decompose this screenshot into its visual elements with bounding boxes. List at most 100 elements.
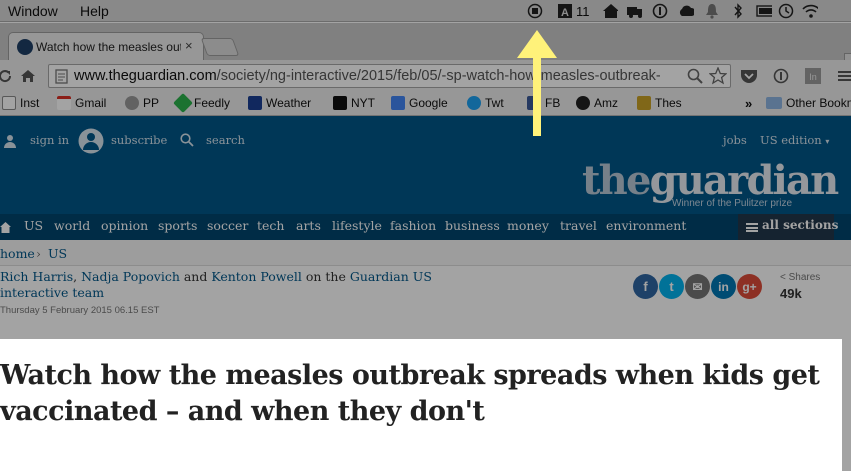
search-icon[interactable]: [180, 133, 194, 152]
other-bookmarks-folder[interactable]: Other Bookmarks: [766, 96, 851, 110]
tab-close-icon[interactable]: ×: [185, 38, 193, 53]
logo-guardian: guardian: [649, 157, 840, 204]
nav-business[interactable]: business: [445, 218, 500, 233]
menu-window[interactable]: Window: [8, 3, 58, 19]
browser-tab[interactable]: Watch how the measles outbreak spreads ×: [8, 32, 204, 60]
bookmark-twitter[interactable]: Twt: [467, 96, 504, 110]
bookmark-inst[interactable]: Inst: [2, 96, 39, 110]
info-circle-icon[interactable]: [652, 3, 668, 19]
chrome-menu-icon[interactable]: [836, 67, 851, 85]
sign-in-link[interactable]: sign in: [30, 133, 69, 147]
bookmark-label: Thes: [655, 96, 682, 110]
breadcrumb-us[interactable]: US: [48, 246, 67, 261]
author-link[interactable]: Rich Harris: [0, 269, 73, 284]
share-linkedin-button[interactable]: in: [711, 274, 736, 299]
wifi-icon[interactable]: [801, 3, 818, 19]
google-icon: [391, 96, 405, 110]
tab-title: Watch how the measles outbreak spreads: [36, 40, 181, 54]
byline: Rich Harris, Nadja Popovich and Kenton P…: [0, 269, 460, 301]
url-path: /society/ng-interactive/2015/feb/05/-sp-…: [216, 68, 660, 84]
time-machine-icon[interactable]: [778, 3, 794, 19]
chevron-down-icon: ▾: [825, 137, 830, 146]
url-text: www.theguardian.com/society/ng-interacti…: [74, 68, 660, 84]
bluetooth-icon[interactable]: [730, 3, 746, 19]
info-extension-icon[interactable]: [772, 67, 790, 85]
nav-opinion[interactable]: opinion: [101, 218, 148, 233]
nav-us[interactable]: US: [24, 218, 43, 233]
bookmark-star-icon[interactable]: [708, 66, 728, 90]
bookmark-label: Gmail: [75, 96, 107, 110]
feedly-icon: [173, 93, 193, 113]
address-bar[interactable]: www.theguardian.com/society/ng-interacti…: [48, 64, 731, 88]
nav-world[interactable]: world: [54, 218, 90, 233]
pp-icon: [125, 96, 139, 110]
jobs-link[interactable]: jobs: [723, 133, 747, 147]
pulitzer-tagline: Winner of the Pulitzer prize: [672, 198, 793, 209]
all-sections-button[interactable]: all sections: [738, 214, 838, 240]
pocket-icon[interactable]: [740, 67, 758, 85]
bookmark-amz[interactable]: Amz: [576, 96, 618, 110]
logo-the: the: [582, 157, 651, 204]
nav-arts[interactable]: arts: [296, 218, 321, 233]
nav-sports[interactable]: sports: [158, 218, 197, 233]
battery-icon[interactable]: [755, 3, 772, 19]
breadcrumb-home[interactable]: home: [0, 246, 35, 261]
breadcrumb: home › US: [0, 240, 851, 266]
home-nav-icon[interactable]: [0, 220, 11, 238]
guardian-favicon-icon: [17, 39, 33, 55]
bookmark-label: Google: [409, 96, 448, 110]
byline-connector: on the: [301, 269, 350, 284]
author-link[interactable]: Kenton Powell: [211, 269, 302, 284]
edition-label: US edition: [760, 133, 822, 147]
bookmark-thes[interactable]: Thes: [637, 96, 682, 110]
nav-fashion[interactable]: fashion: [390, 218, 436, 233]
bookmarks-overflow-button[interactable]: »: [745, 96, 752, 111]
bookmark-nyt[interactable]: NYT: [333, 96, 375, 110]
nav-lifestyle[interactable]: lifestyle: [332, 218, 382, 233]
page-info-icon[interactable]: [55, 69, 68, 89]
bookmark-gmail[interactable]: Gmail: [57, 96, 106, 110]
hamburger-icon: [746, 223, 758, 232]
subscribe-link[interactable]: subscribe: [111, 133, 167, 147]
menu-help[interactable]: Help: [80, 3, 109, 19]
twitter-icon: [467, 96, 481, 110]
dim-overlay-edge: [842, 339, 851, 471]
share-googleplus-button[interactable]: g+: [737, 274, 762, 299]
folder-icon: [766, 97, 782, 109]
nav-soccer[interactable]: soccer: [207, 218, 248, 233]
guardian-logo[interactable]: theguardian: [582, 161, 839, 201]
share-arrow-icon: <: [780, 272, 789, 283]
bookmark-feedly[interactable]: Feedly: [173, 93, 230, 113]
annotation-arrow-icon: [517, 30, 557, 136]
home-button-icon[interactable]: [19, 67, 37, 85]
record-icon[interactable]: [527, 3, 543, 19]
bookmark-google[interactable]: Google: [391, 96, 448, 110]
zoom-search-icon[interactable]: [687, 68, 703, 89]
bookmark-weather[interactable]: Weather: [248, 96, 311, 110]
bookmark-pp[interactable]: PP: [125, 96, 159, 110]
guardian-roundel-icon: [78, 128, 104, 159]
share-facebook-button[interactable]: f: [633, 274, 658, 299]
adobe-icon[interactable]: A: [557, 3, 573, 19]
share-twitter-button[interactable]: t: [659, 274, 684, 299]
nav-environment[interactable]: environment: [606, 218, 686, 233]
cloud-icon[interactable]: [678, 3, 694, 19]
status-tray: A 11: [527, 2, 818, 20]
bookmark-label: NYT: [351, 96, 375, 110]
bookmark-label: Twt: [485, 96, 504, 110]
linkedin-extension-icon[interactable]: In: [804, 67, 822, 85]
nav-tech[interactable]: tech: [257, 218, 284, 233]
author-link[interactable]: Nadja Popovich: [81, 269, 180, 284]
truck-icon[interactable]: [626, 3, 642, 19]
edition-selector[interactable]: US edition ▾: [760, 133, 829, 147]
amazon-icon: [576, 96, 590, 110]
nav-money[interactable]: money: [507, 218, 549, 233]
share-email-button[interactable]: ✉: [685, 274, 710, 299]
home-icon[interactable]: [602, 3, 618, 19]
search-link[interactable]: search: [206, 133, 245, 147]
new-tab-button[interactable]: [200, 38, 240, 56]
nav-travel[interactable]: travel: [560, 218, 597, 233]
shares-label: < Shares: [780, 272, 820, 283]
bell-icon[interactable]: [704, 3, 720, 19]
reload-icon[interactable]: [0, 67, 14, 85]
